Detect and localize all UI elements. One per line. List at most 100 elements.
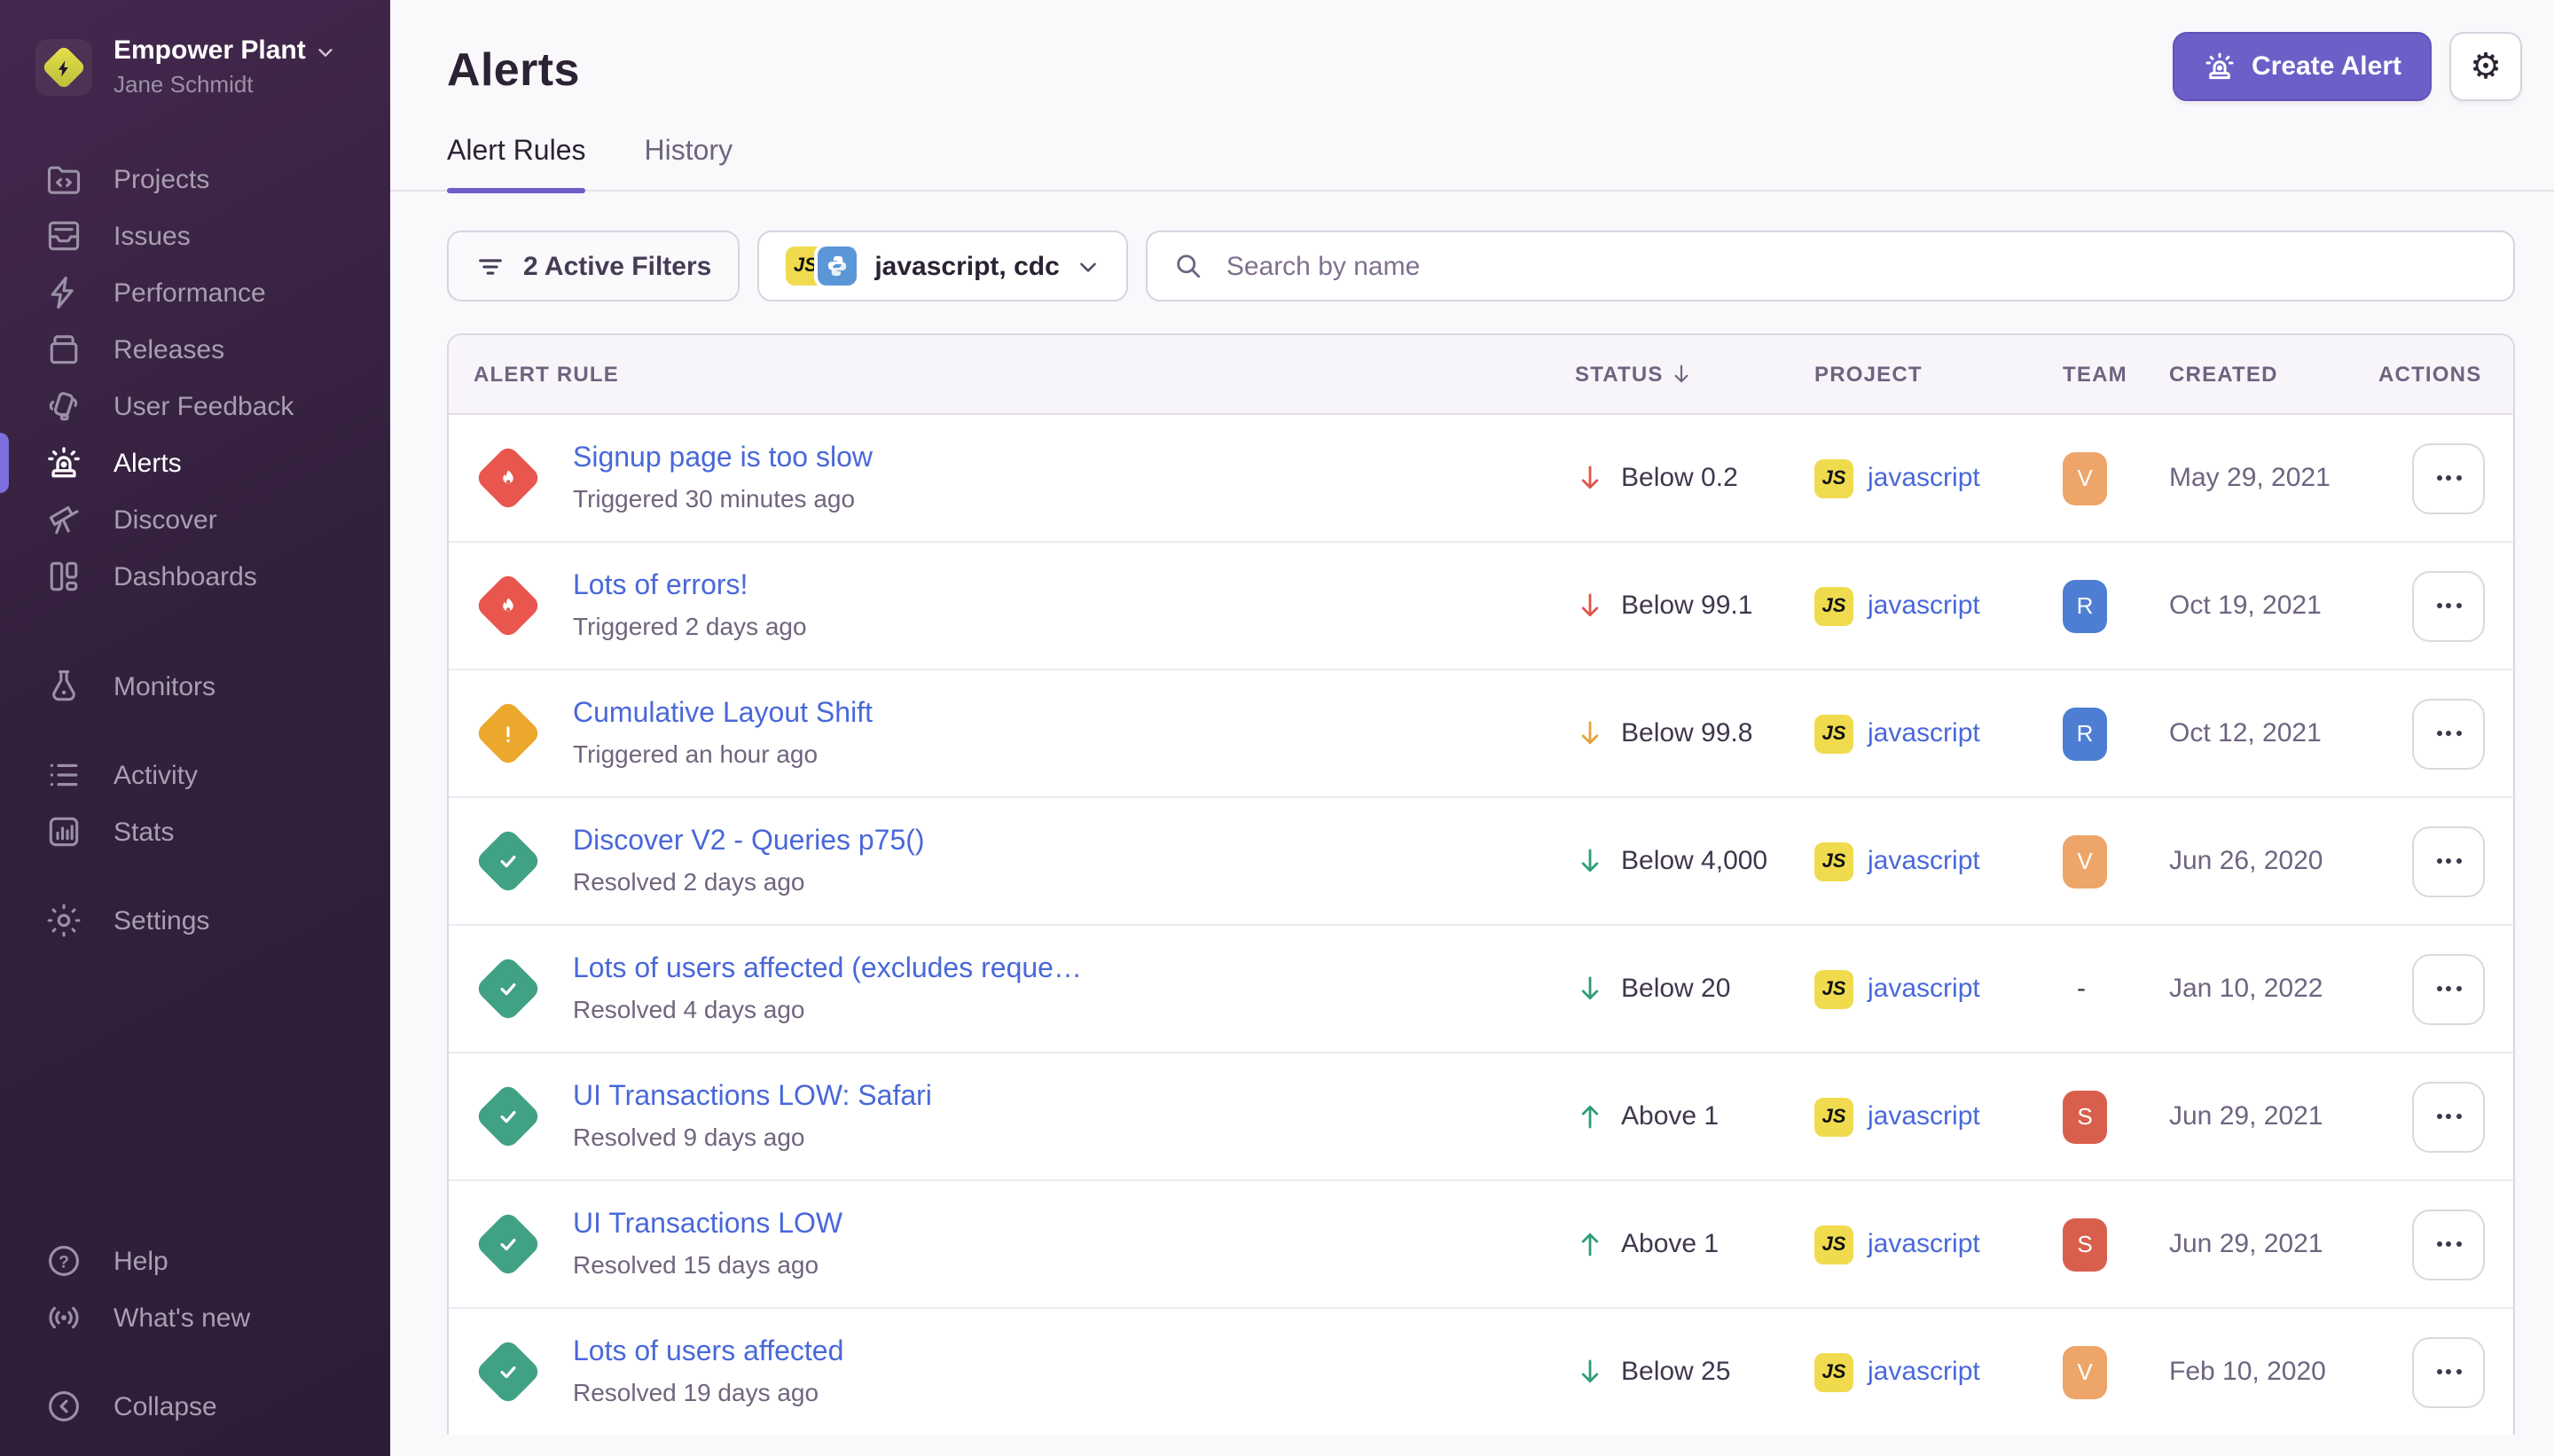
tab-alert-rules[interactable]: Alert Rules — [447, 126, 586, 190]
project-cell: JSjavascript — [1814, 1352, 2063, 1391]
alert-rule-link[interactable]: Signup page is too slow — [573, 441, 873, 479]
status-cell: Below 99.1 — [1575, 591, 1814, 621]
sidebar-item-whats-new[interactable]: What's new — [0, 1289, 390, 1346]
sidebar-item-stats[interactable]: Stats — [0, 803, 390, 860]
sidebar-item-user-feedback[interactable]: User Feedback — [0, 378, 390, 434]
search-field[interactable] — [1147, 231, 2515, 301]
alert-rule-link[interactable]: UI Transactions LOW: Safari — [573, 1079, 932, 1117]
table-body: Signup page is too slowTriggered 30 minu… — [449, 415, 2513, 1435]
alert-rule-subtitle: Resolved 9 days ago — [573, 1121, 932, 1155]
active-filters-button[interactable]: 2 Active Filters — [447, 231, 740, 301]
alert-severity-resolved-icon — [474, 1210, 542, 1278]
table-header: ALERT RULE STATUS PROJECT TEAM CREATED A… — [449, 335, 2513, 415]
project-link[interactable]: javascript — [1868, 1101, 1980, 1131]
javascript-platform-icon: JS — [1814, 1097, 1853, 1136]
alert-rule-link[interactable]: UI Transactions LOW — [573, 1207, 842, 1245]
status-value: Below 0.2 — [1621, 463, 1738, 493]
project-selector-label: javascript, cdc — [874, 251, 1059, 281]
row-actions-button[interactable] — [2412, 698, 2485, 769]
sidebar-item-activity[interactable]: Activity — [0, 747, 390, 803]
table-row: Lots of users affectedResolved 19 days a… — [449, 1307, 2513, 1435]
team-cell: S — [2063, 1217, 2169, 1271]
alert-settings-button[interactable]: ⚙ — [2449, 32, 2522, 101]
alert-rule-link[interactable]: Cumulative Layout Shift — [573, 696, 873, 734]
alert-rule-subtitle: Triggered 2 days ago — [573, 610, 807, 644]
row-actions-button[interactable] — [2412, 570, 2485, 641]
alert-severity-resolved-icon — [474, 1083, 542, 1150]
project-link[interactable]: javascript — [1868, 463, 1980, 493]
sidebar-item-performance[interactable]: Performance — [0, 264, 390, 321]
table-row: Signup page is too slowTriggered 30 minu… — [449, 415, 2513, 541]
sidebar-item-issues[interactable]: Issues — [0, 207, 390, 264]
create-alert-label: Create Alert — [2252, 51, 2401, 82]
row-actions-button[interactable] — [2412, 442, 2485, 513]
sidebar-item-label: Settings — [114, 905, 209, 935]
row-actions-button[interactable] — [2412, 953, 2485, 1024]
alert-rule-link[interactable]: Lots of errors! — [573, 568, 807, 607]
chevron-down-icon — [317, 43, 336, 62]
project-link[interactable]: javascript — [1868, 846, 1980, 876]
sidebar-item-monitors[interactable]: Monitors — [0, 658, 390, 715]
status-cell: Above 1 — [1575, 1101, 1814, 1131]
row-actions-button[interactable] — [2412, 1336, 2485, 1407]
team-cell: R — [2063, 579, 2169, 632]
svg-text:?: ? — [59, 1253, 69, 1272]
sidebar-collapse-button[interactable]: Collapse — [0, 1378, 390, 1435]
search-input[interactable] — [1223, 249, 2488, 283]
sidebar-item-releases[interactable]: Releases — [0, 321, 390, 378]
alert-rule-link[interactable]: Discover V2 - Queries p75() — [573, 824, 925, 862]
team-cell: - — [2063, 973, 2169, 1005]
status-cell: Below 99.8 — [1575, 718, 1814, 748]
alert-severity-critical-icon — [474, 444, 542, 512]
sidebar-nav-activity: Activity Stats — [0, 747, 390, 860]
sidebar-item-settings[interactable]: Settings — [0, 892, 390, 949]
row-actions-button[interactable] — [2412, 1209, 2485, 1280]
project-link[interactable]: javascript — [1868, 1357, 1980, 1387]
project-cell: JSjavascript — [1814, 969, 2063, 1008]
row-actions-button[interactable] — [2412, 826, 2485, 896]
alert-rule-link[interactable]: Lots of users affected (excludes reque… — [573, 951, 1082, 990]
team-cell: V — [2063, 451, 2169, 505]
project-link[interactable]: javascript — [1868, 718, 1980, 748]
status-value: Below 99.8 — [1621, 718, 1752, 748]
status-value: Below 25 — [1621, 1357, 1730, 1387]
arrow-down-icon — [1575, 718, 1605, 748]
project-link[interactable]: javascript — [1868, 591, 1980, 621]
sidebar-item-help[interactable]: ? Help — [0, 1233, 390, 1289]
arrow-down-icon — [1575, 463, 1605, 493]
team-cell: R — [2063, 707, 2169, 760]
project-selector-button[interactable]: JS javascript, cdc — [757, 231, 1128, 301]
sidebar-item-label: Help — [114, 1246, 168, 1276]
page-title: Alerts — [447, 43, 580, 98]
javascript-platform-icon: JS — [1814, 458, 1853, 497]
create-alert-button[interactable]: Create Alert — [2172, 32, 2432, 101]
column-header-status[interactable]: STATUS — [1575, 362, 1814, 387]
sidebar-item-projects[interactable]: Projects — [0, 151, 390, 207]
sidebar-item-dashboards[interactable]: Dashboards — [0, 548, 390, 605]
sidebar-item-label: Performance — [114, 278, 266, 308]
sidebar-item-alerts[interactable]: Alerts — [0, 434, 390, 491]
created-date: Oct 19, 2021 — [2169, 591, 2378, 621]
sidebar-item-label: Issues — [114, 221, 191, 251]
sidebar-item-discover[interactable]: Discover — [0, 491, 390, 548]
alert-rule-link[interactable]: Lots of users affected — [573, 1335, 843, 1373]
project-link[interactable]: javascript — [1868, 1229, 1980, 1259]
megaphone-icon — [44, 387, 83, 426]
team-avatar: V — [2063, 451, 2107, 505]
empower-plant-logo-icon — [42, 45, 87, 90]
alert-rules-table: ALERT RULE STATUS PROJECT TEAM CREATED A… — [447, 333, 2515, 1435]
bar-chart-icon — [44, 812, 83, 851]
javascript-platform-icon: JS — [1814, 842, 1853, 881]
project-link[interactable]: javascript — [1868, 974, 1980, 1004]
row-actions-button[interactable] — [2412, 1081, 2485, 1152]
status-cell: Below 20 — [1575, 974, 1814, 1004]
tab-history[interactable]: History — [645, 126, 733, 190]
project-badges: JS — [786, 247, 857, 286]
team-avatar: R — [2063, 707, 2107, 760]
sidebar-nav-primary: Projects Issues Performance Releases Use… — [0, 151, 390, 605]
created-date: Jun 26, 2020 — [2169, 846, 2378, 876]
org-switcher[interactable]: Empower Plant Jane Schmidt — [0, 25, 390, 110]
sidebar-item-label: What's new — [114, 1303, 250, 1333]
team-avatar: V — [2063, 1345, 2107, 1398]
status-cell: Below 25 — [1575, 1357, 1814, 1387]
